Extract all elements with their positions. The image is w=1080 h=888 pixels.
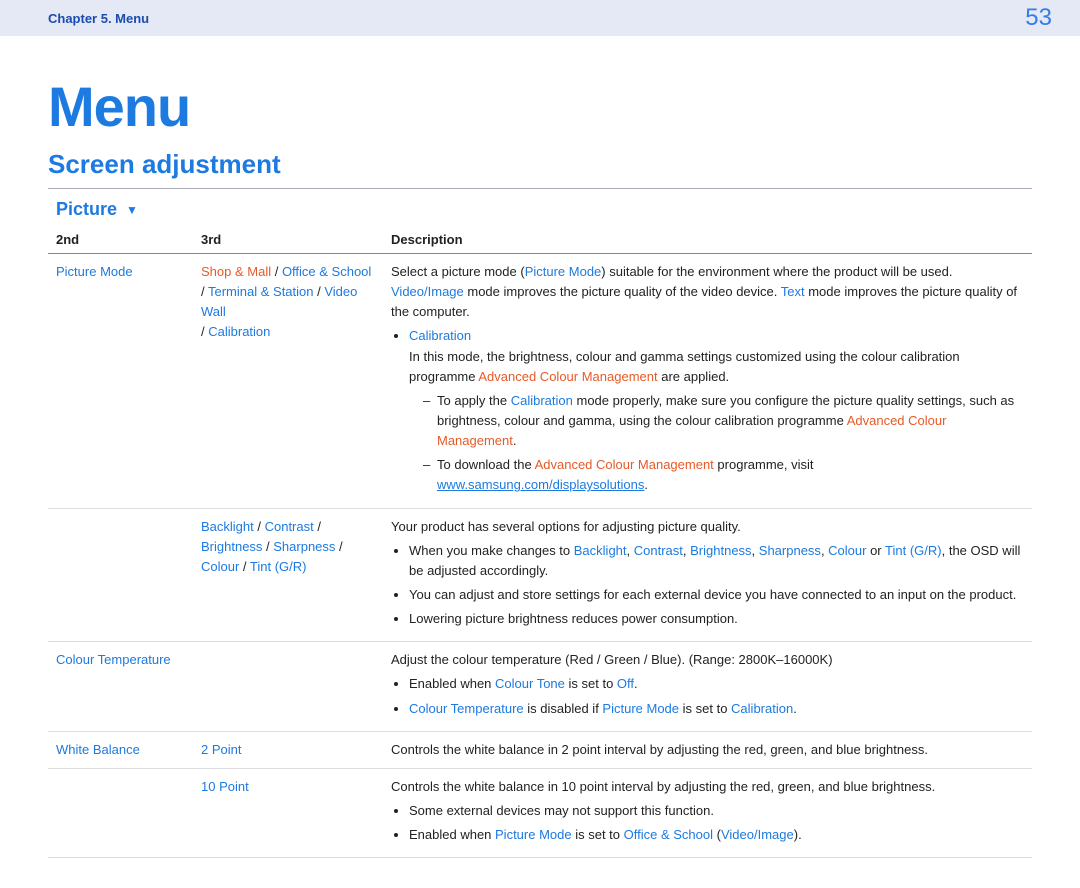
- bl-b1f: Colour: [828, 543, 866, 558]
- d1b: Calibration: [511, 393, 573, 408]
- white-balance-10point-description: Controls the white balance in 10 point i…: [383, 768, 1032, 857]
- col-header-description: Description: [383, 228, 1032, 254]
- bl-b3: Lowering picture brightness reduces powe…: [409, 611, 738, 626]
- opt-backlight: Backlight: [201, 519, 254, 534]
- wb-b2e: (: [713, 827, 721, 842]
- backlight-description: Your product has several options for adj…: [383, 508, 1032, 642]
- ct-b2c: Picture Mode: [602, 701, 679, 716]
- ct-b1c: is set to: [565, 676, 617, 691]
- picture-mode-label: Picture Mode: [56, 264, 133, 279]
- ct-b2f: .: [793, 701, 797, 716]
- bl-b1d: Brightness: [690, 543, 751, 558]
- bl-b1g: Tint (G/R): [885, 543, 942, 558]
- wb-b2a: Enabled when: [409, 827, 495, 842]
- bl-b1e: Sharpness: [759, 543, 821, 558]
- samsung-url-link[interactable]: www.samsung.com/displaysolutions: [437, 477, 644, 492]
- pm-text1: Select a picture mode (: [391, 264, 525, 279]
- bl-t1: Your product has several options for adj…: [391, 519, 741, 534]
- ct-b1a: Enabled when: [409, 676, 495, 691]
- opt-brightness: Brightness: [201, 539, 262, 554]
- opt-terminal-station: Terminal & Station: [208, 284, 314, 299]
- ct-t1: Adjust the colour temperature (Red / Gre…: [391, 652, 833, 667]
- opt-contrast: Contrast: [265, 519, 314, 534]
- page-header: Chapter 5. Menu 53: [0, 0, 1080, 36]
- picture-mode-options: Shop & Mall / Office & School / Terminal…: [193, 254, 383, 509]
- pm-text1-b: Picture Mode: [525, 264, 602, 279]
- ct-b1e: .: [634, 676, 638, 691]
- bl-b1c: Contrast: [634, 543, 683, 558]
- ct-b2e: Calibration: [731, 701, 793, 716]
- pm-text1-c: ) suitable for the environment where the…: [601, 264, 952, 279]
- opt-10-point: 10 Point: [201, 779, 249, 794]
- d2b: Advanced Colour Management: [535, 457, 714, 472]
- bl-b2: You can adjust and store settings for ea…: [409, 587, 1016, 602]
- wb-b2f: Video/Image: [721, 827, 794, 842]
- pm-text-mode: Text: [781, 284, 805, 299]
- pm-video-image: Video/Image: [391, 284, 464, 299]
- white-balance-label: White Balance: [56, 742, 140, 757]
- row-colour-temperature: Colour Temperature Adjust the colour tem…: [48, 642, 1032, 731]
- col-header-2nd: 2nd: [48, 228, 193, 254]
- d2e: .: [644, 477, 648, 492]
- opt-calibration: Calibration: [208, 324, 270, 339]
- bl-b1a: When you make changes to: [409, 543, 574, 558]
- wb-b2g: ).: [794, 827, 802, 842]
- wb-t2: Controls the white balance in 10 point i…: [391, 779, 935, 794]
- ct-b2a: Colour Temperature: [409, 701, 524, 716]
- opt-shop-mall: Shop & Mall: [201, 264, 271, 279]
- opt-office-school: Office & School: [282, 264, 371, 279]
- d1e: .: [513, 433, 517, 448]
- d2c: programme, visit: [714, 457, 814, 472]
- chevron-down-icon: ▼: [126, 203, 138, 217]
- group-header-picture: Picture ▼: [56, 199, 1032, 220]
- calibration-heading: Calibration: [409, 328, 471, 343]
- picture-mode-description: Select a picture mode (Picture Mode) sui…: [383, 254, 1032, 509]
- opt-colour: Colour: [201, 559, 239, 574]
- group-label: Picture: [56, 199, 117, 219]
- d2a: To download the: [437, 457, 535, 472]
- calibration-text3: are applied.: [658, 369, 730, 384]
- opt-tint: Tint (G/R): [250, 559, 307, 574]
- ct-b1d: Off: [617, 676, 634, 691]
- ct-b2b: is disabled if: [524, 701, 603, 716]
- wb-b2d: Office & School: [624, 827, 713, 842]
- col-header-3rd: 3rd: [193, 228, 383, 254]
- calibration-acm: Advanced Colour Management: [478, 369, 657, 384]
- section-title: Screen adjustment: [48, 149, 1032, 180]
- section-divider: [48, 188, 1032, 189]
- opt-sharpness: Sharpness: [273, 539, 335, 554]
- pm-text2b: mode improves the picture quality of the…: [464, 284, 781, 299]
- opt-2-point: 2 Point: [201, 742, 241, 757]
- d1a: To apply the: [437, 393, 511, 408]
- wb-b2c: is set to: [572, 827, 624, 842]
- row-picture-mode: Picture Mode Shop & Mall / Office & Scho…: [48, 254, 1032, 509]
- backlight-options: Backlight / Contrast / Brightness / Shar…: [193, 508, 383, 642]
- wb-t1: Controls the white balance in 2 point in…: [391, 742, 928, 757]
- wb-b1: Some external devices may not support th…: [409, 803, 714, 818]
- row-backlight-group: Backlight / Contrast / Brightness / Shar…: [48, 508, 1032, 642]
- ct-b1b: Colour Tone: [495, 676, 565, 691]
- ct-b2d: is set to: [679, 701, 731, 716]
- menu-table: 2nd 3rd Description Picture Mode Shop & …: [48, 228, 1032, 858]
- colour-temperature-label: Colour Temperature: [56, 652, 171, 667]
- table-header-row: 2nd 3rd Description: [48, 228, 1032, 254]
- page-title: Menu: [48, 74, 1032, 139]
- row-white-balance-10point: 10 Point Controls the white balance in 1…: [48, 768, 1032, 857]
- page-number: 53: [1025, 4, 1052, 32]
- colour-temperature-description: Adjust the colour temperature (Red / Gre…: [383, 642, 1032, 731]
- page-content: Menu Screen adjustment Picture ▼ 2nd 3rd…: [0, 36, 1080, 888]
- bl-b1b: Backlight: [574, 543, 627, 558]
- wb-b2b: Picture Mode: [495, 827, 572, 842]
- chapter-label: Chapter 5. Menu: [48, 11, 149, 26]
